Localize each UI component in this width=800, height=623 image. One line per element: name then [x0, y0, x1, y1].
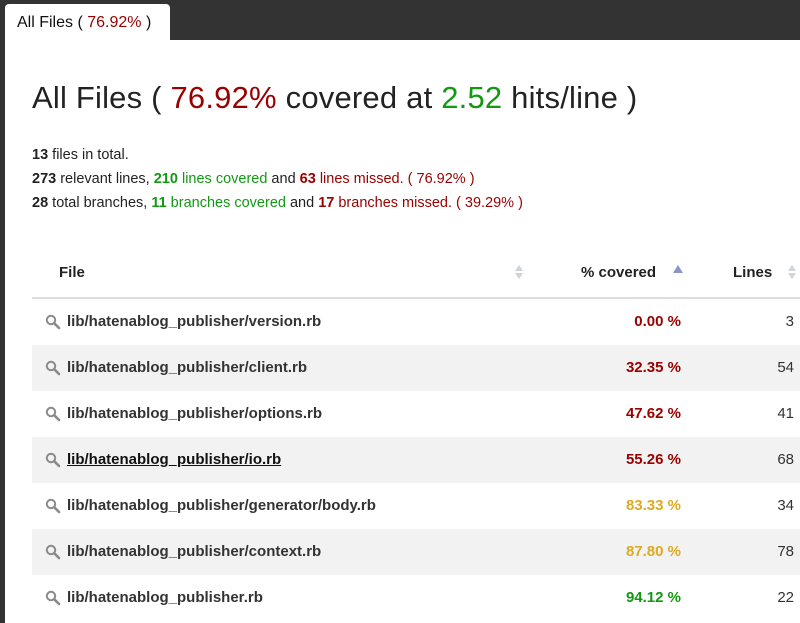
line-count: 54 — [777, 359, 794, 376]
coverage-percent: 94.12 % — [625, 589, 681, 606]
magnifier-icon[interactable] — [45, 360, 61, 376]
coverage-percent: 87.80 % — [625, 543, 681, 560]
branches-missed-text: branches missed. — [334, 195, 453, 211]
magnifier-icon[interactable] — [45, 498, 61, 514]
line-count: 41 — [777, 405, 794, 422]
file-coverage-table: File % covered Lines lib/hatenablog_publ… — [32, 247, 800, 621]
line-count: 22 — [777, 589, 794, 606]
tab-label-prefix: All Files ( — [17, 14, 88, 31]
missed-count: 63 — [299, 171, 316, 187]
title-prefix: All Files ( — [32, 80, 171, 115]
relevant-count: 273 — [32, 171, 57, 187]
table-row: lib/hatenablog_publisher/client.rb 32.35 … — [32, 345, 800, 391]
sort-asc-icon[interactable] — [673, 264, 683, 280]
magnifier-icon[interactable] — [45, 590, 61, 606]
summary-branches-line: 28 total branches, 11 branches covered a… — [32, 191, 523, 215]
table-row: lib/hatenablog_publisher/version.rb 0.00 … — [32, 299, 800, 345]
files-text: files in total. — [48, 147, 129, 163]
files-count: 13 — [32, 147, 49, 163]
coverage-percent: 47.62 % — [625, 405, 681, 422]
covered-text: lines covered — [177, 171, 268, 187]
line-count: 68 — [777, 451, 794, 468]
coverage-percent: 32.35 % — [625, 359, 681, 376]
table-row: lib/hatenablog_publisher/io.rb 55.26 % 68 — [32, 437, 800, 483]
magnifier-icon[interactable] — [45, 452, 61, 468]
missed-text: lines missed. — [315, 171, 404, 187]
magnifier-icon[interactable] — [45, 314, 61, 330]
page-title: All Files ( 76.92% covered at 2.52 hits/… — [32, 80, 637, 116]
header-covered[interactable]: % covered — [581, 264, 656, 281]
title-percent: 76.92% — [170, 80, 277, 115]
file-link[interactable]: lib/hatenablog_publisher/version.rb — [67, 313, 321, 330]
coverage-summary: 13 files in total. 273 relevant lines, 2… — [32, 143, 523, 215]
branches-count: 28 — [32, 195, 49, 211]
table-body: lib/hatenablog_publisher/version.rb 0.00 … — [32, 299, 800, 621]
file-link[interactable]: lib/hatenablog_publisher/io.rb — [67, 451, 281, 468]
branches-text: total branches, — [48, 195, 152, 211]
coverage-percent: 0.00 % — [634, 313, 681, 330]
file-link[interactable]: lib/hatenablog_publisher/generator/body.… — [67, 497, 376, 514]
file-link[interactable]: lib/hatenablog_publisher/options.rb — [67, 405, 322, 422]
line-count: 34 — [777, 497, 794, 514]
line-count: 3 — [785, 313, 794, 330]
file-link[interactable]: lib/hatenablog_publisher/context.rb — [67, 543, 321, 560]
line-count: 78 — [777, 543, 794, 560]
title-middle: covered at — [276, 80, 442, 115]
branches-covered-count: 11 — [151, 195, 167, 211]
table-header: File % covered Lines — [32, 247, 800, 299]
tab-label-suffix: ) — [141, 14, 152, 31]
summary-files-line: 13 files in total. — [32, 143, 523, 167]
tab-bar: All Files ( 76.92% ) — [0, 0, 800, 40]
and-text-1: and — [267, 171, 300, 187]
relevant-text: relevant lines, — [56, 171, 154, 187]
table-row: lib/hatenablog_publisher/options.rb 47.62… — [32, 391, 800, 437]
content-panel: All Files ( 76.92% covered at 2.52 hits/… — [5, 40, 800, 623]
table-row: lib/hatenablog_publisher/context.rb 87.80… — [32, 529, 800, 575]
title-suffix: hits/line ) — [502, 80, 638, 115]
coverage-percent: 83.33 % — [625, 497, 681, 514]
table-row: lib/hatenablog_publisher.rb 94.12 % 22 — [32, 575, 800, 621]
file-link[interactable]: lib/hatenablog_publisher/client.rb — [67, 359, 307, 376]
branches-percent: ( 39.29% ) — [452, 195, 523, 211]
table-row: lib/hatenablog_publisher/generator/body.… — [32, 483, 800, 529]
header-lines[interactable]: Lines — [733, 264, 772, 281]
magnifier-icon[interactable] — [45, 544, 61, 560]
coverage-percent: 55.26 % — [625, 451, 681, 468]
summary-lines-line: 273 relevant lines, 210 lines covered an… — [32, 167, 523, 191]
title-hits: 2.52 — [441, 80, 503, 115]
lines-percent: ( 76.92% ) — [403, 171, 475, 187]
sort-arrows-icon[interactable] — [788, 264, 796, 280]
branches-covered-text: branches covered — [166, 195, 286, 211]
magnifier-icon[interactable] — [45, 406, 61, 422]
and-text-2: and — [285, 195, 319, 211]
tab-label-percent: 76.92% — [87, 14, 142, 31]
tab-all-files[interactable]: All Files ( 76.92% ) — [5, 4, 170, 40]
covered-count: 210 — [153, 171, 178, 187]
header-file[interactable]: File — [59, 264, 85, 281]
branches-missed-count: 17 — [318, 195, 335, 211]
file-link[interactable]: lib/hatenablog_publisher.rb — [67, 589, 263, 606]
sort-arrows-icon[interactable] — [515, 264, 523, 280]
